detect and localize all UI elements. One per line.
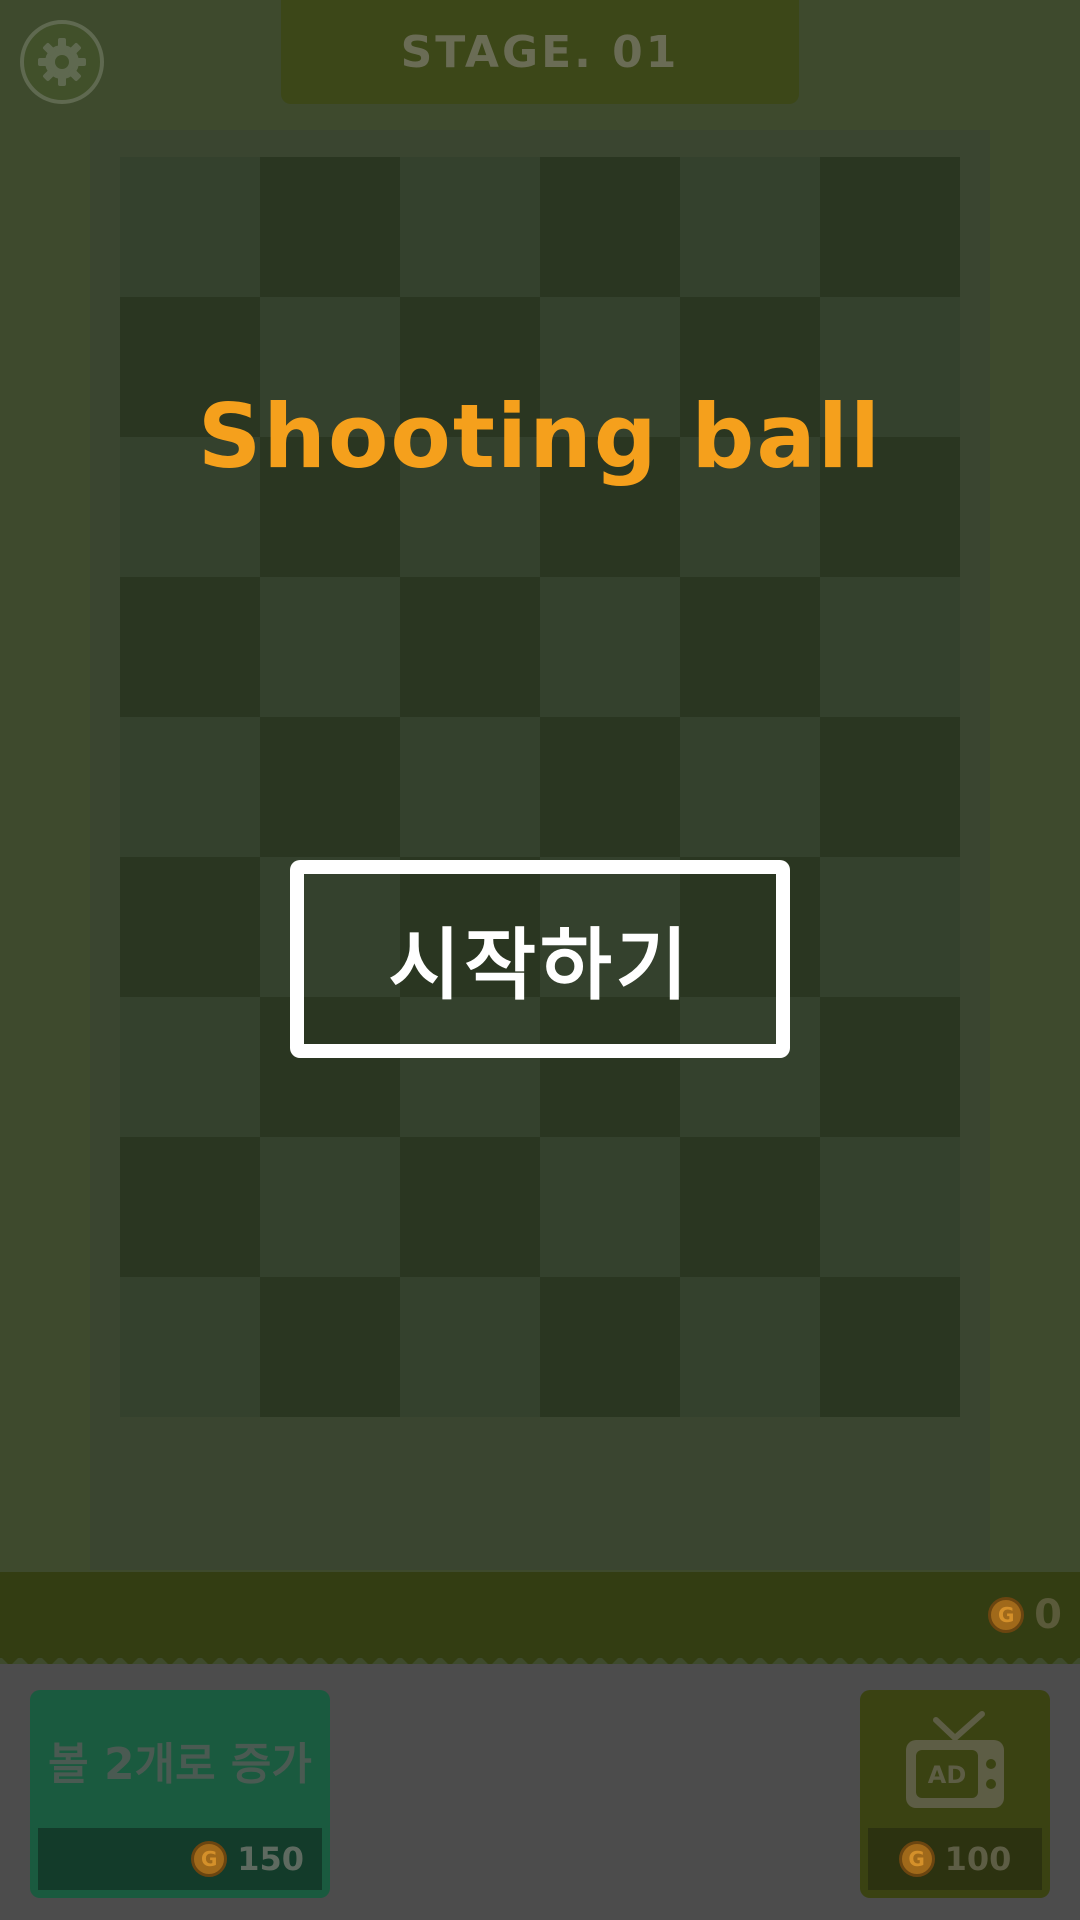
board-cell — [260, 717, 400, 857]
board-cell — [680, 1137, 820, 1277]
start-button-label: 시작하기 — [388, 921, 692, 1011]
board-cell — [120, 1137, 260, 1277]
board-cell — [400, 157, 540, 297]
game-board — [120, 157, 960, 1417]
board-cell — [120, 997, 260, 1137]
board-cell — [540, 1277, 680, 1417]
watch-ad-button[interactable]: AD G 100 — [860, 1690, 1050, 1898]
board-cell — [680, 157, 820, 297]
add-ball-price: 150 — [237, 1840, 304, 1878]
board-cell — [120, 857, 260, 997]
tv-ad-icon: AD — [906, 1711, 1004, 1808]
board-cell — [540, 717, 680, 857]
board-cell — [680, 577, 820, 717]
board-cell — [540, 157, 680, 297]
board-cell — [260, 1277, 400, 1417]
board-cell — [820, 1277, 960, 1417]
settings-button[interactable] — [20, 20, 104, 104]
coin-count: 0 — [1034, 1592, 1062, 1638]
board-cell — [260, 577, 400, 717]
board-cell — [120, 157, 260, 297]
board-cell — [540, 577, 680, 717]
board-cell — [820, 1137, 960, 1277]
board-cell — [680, 717, 820, 857]
board-cell — [820, 997, 960, 1137]
coin-counter: G 0 — [988, 1592, 1062, 1638]
coin-icon: G — [988, 1597, 1025, 1633]
board-cell — [260, 157, 400, 297]
board-cell — [400, 1277, 540, 1417]
gear-icon — [38, 38, 86, 86]
board-cell — [120, 1277, 260, 1417]
board-cell — [820, 857, 960, 997]
board-cell — [400, 577, 540, 717]
board-cell — [820, 157, 960, 297]
coin-strip — [0, 1572, 1080, 1658]
ad-text: AD — [928, 1761, 967, 1789]
board-cell — [820, 577, 960, 717]
board-cell — [400, 1137, 540, 1277]
coin-icon: G — [191, 1841, 228, 1877]
board-cell — [680, 1277, 820, 1417]
board-cell — [120, 717, 260, 857]
start-button[interactable]: 시작하기 — [290, 860, 790, 1058]
board-cell — [120, 577, 260, 717]
board-cell — [400, 717, 540, 857]
stage-banner: STAGE. 01 — [281, 0, 799, 104]
coin-icon: G — [898, 1841, 935, 1877]
ad-price: 100 — [944, 1840, 1012, 1878]
board-cell — [260, 1137, 400, 1277]
add-ball-item-label: 볼 2개로 증가 — [48, 1739, 312, 1790]
board-cell — [540, 1137, 680, 1277]
board-cell — [820, 717, 960, 857]
add-ball-item-button[interactable]: 볼 2개로 증가 G 150 — [30, 1690, 330, 1898]
game-title: Shooting ball — [197, 385, 883, 488]
add-ball-price-bar: G 150 — [38, 1828, 322, 1890]
ad-price-bar: G 100 — [868, 1828, 1042, 1890]
stage-label: STAGE. 01 — [400, 26, 680, 78]
